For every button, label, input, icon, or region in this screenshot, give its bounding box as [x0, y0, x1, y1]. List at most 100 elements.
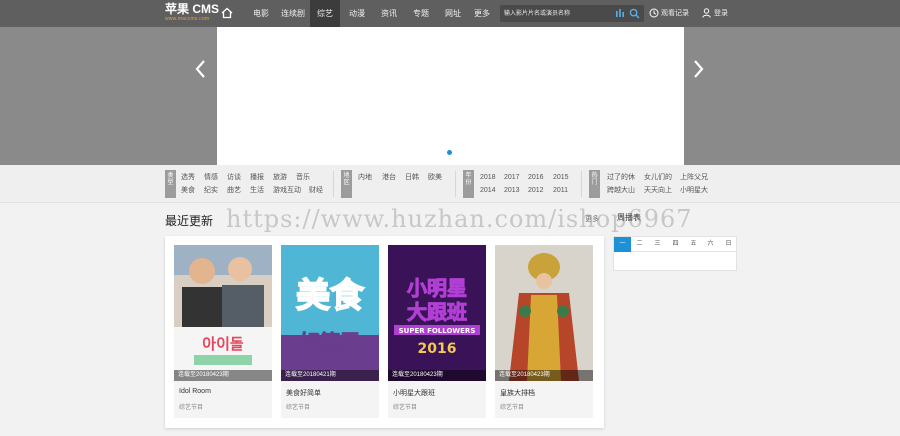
user-icon [702, 8, 711, 18]
filter-link[interactable]: 情感 [204, 173, 218, 182]
filter-link[interactable]: 美食 [181, 186, 195, 195]
nav-item-topic[interactable]: 专题 [406, 0, 436, 27]
filter-link[interactable]: 天天向上 [644, 186, 672, 195]
filter-link[interactable]: 过了的休 [607, 173, 635, 182]
filter-link[interactable]: 访谈 [227, 173, 241, 182]
login-label: 登录 [714, 10, 728, 17]
search-box [500, 5, 644, 22]
card-title[interactable]: 美食好简单 [286, 388, 321, 398]
card-title[interactable]: Idol Room [179, 388, 211, 395]
filter-link[interactable]: 2017 [504, 173, 520, 182]
nav-item-series[interactable]: 连续剧 [277, 0, 309, 27]
recent-updates-panel: 아이돌 连载至20180423期 Idol Room 综艺节目 美食 好簡單 连… [165, 236, 604, 428]
week-tab[interactable]: 一 [614, 237, 631, 252]
banner-slide[interactable] [217, 27, 684, 165]
filter-link[interactable]: 音乐 [296, 173, 310, 182]
card-subtitle: 综艺节目 [393, 405, 418, 411]
poster-image [495, 245, 593, 381]
nav-item-movie[interactable]: 电影 [246, 0, 276, 27]
filter-link[interactable]: 女儿们的 [644, 173, 672, 182]
watch-history-label: 观看记录 [661, 10, 689, 17]
filter-link[interactable]: 港台 [382, 173, 396, 182]
filter-link[interactable]: 跨越大山 [607, 186, 635, 195]
filter-link[interactable]: 旅游 [273, 173, 287, 182]
filter-link[interactable]: 曲艺 [227, 186, 241, 195]
card-title[interactable]: 皇族大排档 [500, 388, 535, 398]
site-logo[interactable]: 苹果 CMS [165, 2, 219, 16]
filter-link[interactable]: 上阵父兄 [680, 173, 708, 182]
filter-group-type-label: 类型 [165, 170, 176, 198]
voice-search-icon[interactable] [615, 8, 625, 19]
svg-text:大跟班: 大跟班 [407, 300, 467, 324]
nav-item-anime[interactable]: 动漫 [342, 0, 372, 27]
week-schedule-body [613, 252, 737, 271]
search-icon[interactable] [629, 8, 640, 19]
filter-link[interactable]: 2012 [528, 186, 544, 195]
week-tab[interactable]: 五 [685, 237, 702, 252]
filter-link[interactable]: 小明星大 [680, 186, 708, 195]
filter-group-hot-label: 热门 [589, 170, 600, 198]
filter-bar: 类型 选秀 情感 访谈 播报 旅游 音乐 美食 纪实 曲艺 生活 游戏互动 财经… [0, 165, 900, 203]
filter-link[interactable]: 欧美 [428, 173, 442, 182]
poster-caption: 连载至20180423期 [388, 370, 486, 381]
top-navbar: 苹果 CMS www.maccms.com 电影 连续剧 综艺 动漫 资讯 专题… [0, 0, 900, 27]
filter-link[interactable]: 财经 [309, 186, 323, 195]
filter-group-year-label: 年份 [463, 170, 474, 198]
watermark-text: https://www.huzhan.com/ishop6967 [226, 205, 693, 233]
video-card[interactable]: 连载至20180423期 皇族大排档 综艺节目 [495, 245, 593, 418]
card-subtitle: 综艺节目 [286, 405, 311, 411]
week-tab[interactable]: 三 [649, 237, 666, 252]
filter-link[interactable]: 内地 [358, 173, 372, 182]
search-input[interactable] [504, 7, 608, 20]
clock-icon [649, 8, 659, 18]
poster-image: 아이돌 [174, 245, 272, 381]
week-tab[interactable]: 六 [702, 237, 719, 252]
svg-text:好簡單: 好簡單 [299, 330, 360, 354]
week-tab[interactable]: 日 [720, 237, 737, 252]
video-card[interactable]: 美食 好簡單 连载至20180421期 美食好简单 综艺节目 [281, 245, 379, 418]
filter-divider [333, 171, 334, 197]
svg-text:小明星: 小明星 [407, 276, 467, 300]
week-tabs: 一 二 三 四 五 六 日 [613, 236, 737, 252]
filter-divider [581, 171, 582, 197]
filter-link[interactable]: 2014 [480, 186, 496, 195]
filter-link[interactable]: 2016 [528, 173, 544, 182]
chevron-right-icon[interactable] [688, 57, 708, 81]
card-subtitle: 综艺节目 [179, 405, 204, 411]
filter-link[interactable]: 选秀 [181, 173, 195, 182]
nav-item-variety[interactable]: 综艺 [310, 0, 340, 27]
chevron-left-icon[interactable] [191, 57, 211, 81]
site-logo-subtitle: www.maccms.com [165, 16, 210, 22]
section-title: 最近更新 [165, 214, 214, 228]
video-card[interactable]: 아이돌 连载至20180423期 Idol Room 综艺节目 [174, 245, 272, 418]
filter-link[interactable]: 2015 [553, 173, 569, 182]
filter-divider [455, 171, 456, 197]
svg-text:SUPER FOLLOWERS: SUPER FOLLOWERS [399, 327, 476, 335]
filter-link[interactable]: 游戏互动 [273, 186, 301, 195]
poster-image: 小明星 大跟班 SUPER FOLLOWERS 2016 [388, 245, 486, 381]
filter-link[interactable]: 2018 [480, 173, 496, 182]
home-icon[interactable] [220, 6, 234, 20]
nav-item-links[interactable]: 网址 [438, 0, 468, 27]
slider-dot[interactable] [447, 150, 452, 155]
nav-item-more[interactable]: 更多 [468, 0, 496, 27]
poster-caption: 连载至20180423期 [174, 370, 272, 381]
filter-link[interactable]: 2011 [553, 186, 568, 195]
filter-link[interactable]: 2013 [504, 186, 520, 195]
filter-link[interactable]: 日韩 [405, 173, 419, 182]
filter-link[interactable]: 纪实 [204, 186, 218, 195]
card-subtitle: 综艺节目 [500, 405, 525, 411]
week-tab[interactable]: 二 [631, 237, 648, 252]
week-tab[interactable]: 四 [667, 237, 684, 252]
svg-text:美食: 美食 [296, 276, 365, 316]
banner-slider [0, 27, 900, 165]
poster-caption: 连载至20180421期 [281, 370, 379, 381]
svg-text:아이돌: 아이돌 [202, 335, 244, 353]
nav-item-news[interactable]: 资讯 [374, 0, 404, 27]
card-title[interactable]: 小明星大跟班 [393, 388, 435, 398]
svg-text:2016: 2016 [418, 341, 457, 357]
video-card[interactable]: 小明星 大跟班 SUPER FOLLOWERS 2016 连载至20180423… [388, 245, 486, 418]
filter-link[interactable]: 生活 [250, 186, 264, 195]
filter-link[interactable]: 播报 [250, 173, 264, 182]
filter-group-region-label: 地区 [341, 170, 352, 198]
